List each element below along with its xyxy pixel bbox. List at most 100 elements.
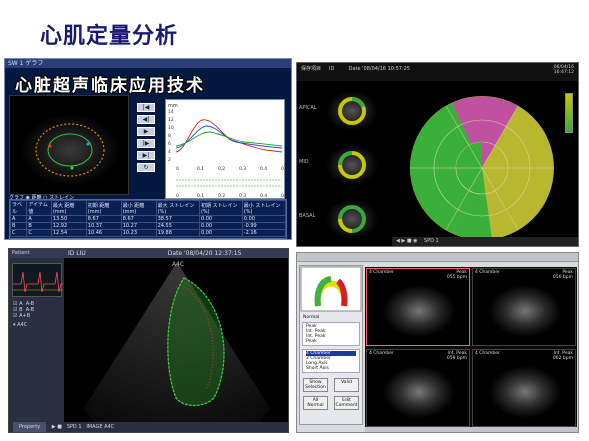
table-cell: 12.92 bbox=[50, 222, 87, 230]
table-cell: 10.37 bbox=[85, 222, 122, 230]
table-cell: -2.16 bbox=[241, 229, 287, 237]
ecg-strip bbox=[12, 263, 63, 297]
col-header: 最大 距離(mm) bbox=[50, 200, 87, 216]
thumb-apical[interactable]: APICAL bbox=[299, 85, 387, 137]
view-select-value: A4C bbox=[17, 322, 28, 328]
header-clock: 06/04/16 16:47:12 bbox=[553, 65, 574, 75]
table-cell: A bbox=[9, 215, 28, 223]
image-cell[interactable]: 4 Chamber Peak 055 bpm bbox=[366, 268, 470, 346]
wall-motion-panel: Normal Peak Int. Peak Int. Peak Peak 4 C… bbox=[299, 265, 363, 425]
distance-curve bbox=[175, 119, 283, 153]
table-cell: C bbox=[26, 229, 52, 237]
lv-contour[interactable] bbox=[167, 277, 225, 407]
color-scale-bar bbox=[565, 93, 573, 133]
x-tick-label: 0.4 bbox=[260, 166, 267, 172]
col-header: アイテム値 bbox=[26, 200, 52, 216]
transport-icon[interactable]: ◀ ▶ ■ ◉ bbox=[396, 238, 418, 244]
table-header-row: ラベル アイテム値 最大 距離(mm) 初期 距離(mm) 最小 距離(mm) … bbox=[9, 200, 287, 216]
first-frame-button[interactable]: |◀ bbox=[137, 103, 155, 112]
cell-view-label: 4 Chamber bbox=[475, 351, 500, 356]
thumb-basal-label: BASAL bbox=[299, 213, 316, 219]
tracking-point-b[interactable] bbox=[86, 142, 90, 146]
y-tick-label: 6 bbox=[168, 141, 171, 147]
table-cell: 0.00 bbox=[198, 222, 243, 230]
x-tick-label: 0.5 bbox=[281, 166, 286, 172]
spd-value[interactable]: 1 bbox=[78, 424, 81, 430]
table-cell: 13.50 bbox=[50, 215, 87, 223]
y-tick-label: 8 bbox=[168, 133, 171, 139]
property-button[interactable]: Property bbox=[13, 422, 47, 432]
playback-tools: |◀ ◀| ▶ |▶ ▶| ↻ bbox=[137, 103, 159, 175]
wall-motion-diagram bbox=[300, 266, 362, 312]
image-cell[interactable]: 4 Chamber Peak 056 bpm bbox=[472, 268, 576, 346]
valid-button[interactable]: Valid bbox=[334, 378, 359, 392]
edit-comment-button[interactable]: Edit Comment bbox=[334, 396, 359, 410]
view-select[interactable]: ▾ A4C bbox=[13, 322, 34, 328]
normal-label[interactable]: Normal bbox=[300, 314, 362, 321]
table-cell: 0.00 bbox=[198, 229, 243, 237]
image-cell[interactable]: 4 Chamber Int. Peak 059 bpm bbox=[366, 349, 470, 427]
table-cell: 8.67 bbox=[85, 215, 122, 223]
x-tick-label: 0 bbox=[176, 166, 179, 172]
table-cell: 10.46 bbox=[85, 229, 122, 237]
all-normal-button[interactable]: All Normal bbox=[303, 396, 328, 410]
refresh-button[interactable]: ↻ bbox=[137, 163, 155, 172]
bottom-toolbar: Property ▶ ■ SPD 1 IMAGE A4C bbox=[9, 422, 288, 432]
table-cell: 10.27 bbox=[120, 222, 157, 230]
lv-tracking-window: Patient ☑ A A-B ☑ B A-B ☑ A+B ▾ A4C ID L… bbox=[8, 248, 289, 433]
view-list: 4 Chamber 2 Chamber Long Axis Short Axis bbox=[302, 349, 360, 373]
segment-legend: ☑ A A-B ☑ B A-B ☑ A+B ▾ A4C bbox=[13, 301, 34, 328]
table-cell: B bbox=[9, 222, 28, 230]
last-frame-button[interactable]: ▶| bbox=[137, 151, 155, 160]
x-tick-label: 0.3 bbox=[239, 166, 246, 172]
image-label: IMAGE bbox=[86, 424, 103, 430]
y-tick-label: 14 bbox=[168, 109, 174, 115]
legend-item[interactable]: ☑ A+B bbox=[13, 313, 34, 319]
cell-stage-label: Peak 055 bpm bbox=[446, 270, 467, 280]
thumb-apical-label: APICAL bbox=[299, 105, 317, 111]
table-row[interactable]: B B 12.92 10.37 10.27 24.55 0.00 -0.99 bbox=[9, 222, 287, 230]
col-header: 最小 ストレイン(%) bbox=[241, 200, 287, 216]
thumb-basal[interactable]: BASAL bbox=[299, 193, 387, 245]
graph-unit: mm bbox=[168, 103, 178, 109]
list-item[interactable]: Peak bbox=[306, 339, 356, 344]
strain-table: ラベル アイテム値 最大 距離(mm) 初期 距離(mm) 最小 距離(mm) … bbox=[9, 199, 287, 239]
image-header: ID LIU Date '08/04/20 12:37:15 bbox=[64, 249, 288, 258]
play-icon[interactable]: ▶ ■ bbox=[52, 424, 62, 430]
image-cell[interactable]: 4 Chamber Int. Peak 062 bpm bbox=[472, 349, 576, 427]
cell-view-label: 4 Chamber bbox=[475, 270, 500, 275]
patient-id: ID LIU bbox=[68, 250, 86, 257]
cell-view-label: 4 Chamber bbox=[369, 270, 394, 275]
x-tick-label: 0.2 bbox=[218, 166, 225, 172]
mid-ring bbox=[338, 151, 366, 179]
echo-overlay bbox=[35, 123, 105, 177]
quad-image-grid: 4 Chamber Peak 055 bpm 4 Chamber Peak 05… bbox=[365, 267, 577, 429]
header-date-label: Date '08/04/16 10:57:25 bbox=[348, 66, 411, 72]
table-row[interactable]: C C 12.54 10.46 10.23 19.88 0.00 -2.16 bbox=[9, 229, 287, 237]
next-frame-button[interactable]: |▶ bbox=[137, 139, 155, 148]
table-cell: 12.54 bbox=[50, 229, 87, 237]
show-selection-button[interactable]: Show Selection bbox=[303, 378, 328, 392]
table-cell: A bbox=[26, 215, 52, 223]
table-cell: 10.23 bbox=[120, 229, 157, 237]
bullseye-header: 保存項目 ID Date '08/04/16 10:57:25 06/04/16… bbox=[297, 63, 578, 81]
tracking-point-c[interactable] bbox=[70, 166, 74, 170]
distance-graph-plot: mm 141210864200.10.20.30.40.500.10.20.30… bbox=[168, 103, 288, 199]
header-id-label: ID bbox=[328, 66, 335, 72]
prev-frame-button[interactable]: ◀| bbox=[137, 115, 155, 124]
bullseye-analysis-window: 保存項目 ID Date '08/04/16 10:57:25 06/04/16… bbox=[296, 62, 579, 247]
short-axis-echo-image bbox=[9, 95, 129, 195]
svg-text:A4C: A4C bbox=[172, 261, 184, 268]
cell-stage-label: Peak 056 bpm bbox=[552, 270, 573, 280]
status-bar bbox=[365, 427, 578, 432]
tracking-point-a[interactable] bbox=[48, 144, 52, 148]
list-item[interactable]: Short Axis bbox=[306, 366, 356, 371]
y-tick-label: 12 bbox=[168, 117, 174, 123]
cell-stage-label: Int. Peak 062 bpm bbox=[552, 351, 573, 361]
table-row[interactable]: A A 13.50 8.67 8.67 38.57 0.00 0.00 bbox=[9, 215, 287, 223]
image-value[interactable]: A4C bbox=[104, 424, 114, 430]
slide-overlay-caption: 心脏超声临床应用技术 bbox=[15, 76, 205, 96]
play-button[interactable]: ▶ bbox=[137, 127, 155, 136]
exam-date: Date '08/04/20 12:37:15 bbox=[167, 250, 242, 257]
thumb-mid[interactable]: MID bbox=[299, 139, 387, 191]
